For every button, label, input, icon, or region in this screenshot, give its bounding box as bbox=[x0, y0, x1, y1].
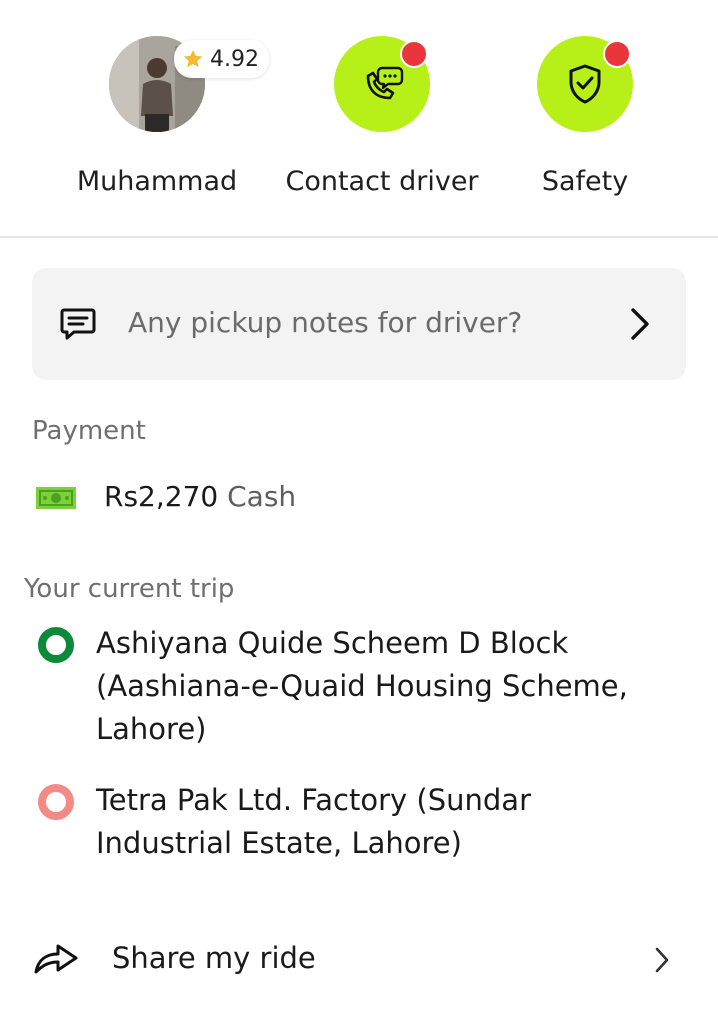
dropoff-address-line: Tetra Pak Ltd. Factory (Sundar bbox=[96, 783, 531, 817]
payment-amount-text: Rs2,270 Cash bbox=[104, 480, 296, 513]
driver-name: Muhammad bbox=[76, 166, 238, 197]
contact-driver-label: Contact driver bbox=[285, 166, 479, 197]
contact-driver-circle[interactable] bbox=[334, 36, 430, 132]
chevron-right-icon bbox=[655, 947, 669, 973]
driver-rating-value: 4.92 bbox=[210, 46, 259, 72]
payment-amount: Rs2,270 bbox=[104, 480, 219, 513]
pickup-address: Ashiyana Quide Scheem D Block (Aashiana-… bbox=[96, 622, 686, 751]
pickup-address-line: Lahore) bbox=[96, 712, 207, 746]
trip-section-label: Your current trip bbox=[24, 574, 235, 604]
payment-method-row bbox=[36, 476, 76, 520]
safety-circle[interactable] bbox=[537, 36, 633, 132]
pickup-marker-icon bbox=[38, 627, 74, 663]
share-arrow-icon bbox=[34, 944, 78, 974]
contact-driver-button[interactable]: Contact driver bbox=[282, 36, 482, 197]
share-my-ride-label: Share my ride bbox=[112, 941, 316, 975]
pickup-notes-placeholder: Any pickup notes for driver? bbox=[128, 306, 523, 339]
share-my-ride-button[interactable]: Share my ride bbox=[0, 924, 718, 994]
pickup-address-line: Ashiyana Quide Scheem D Block bbox=[96, 626, 569, 660]
dropoff-address: Tetra Pak Ltd. Factory (Sundar Industria… bbox=[96, 779, 686, 865]
cash-icon bbox=[36, 487, 76, 509]
safety-notification-dot bbox=[603, 40, 631, 68]
payment-method: Cash bbox=[227, 480, 297, 513]
safety-button[interactable]: Safety bbox=[520, 36, 650, 197]
safety-label: Safety bbox=[541, 166, 629, 197]
driver-rating-badge: 4.92 bbox=[174, 40, 269, 78]
pickup-notes-button[interactable]: Any pickup notes for driver? bbox=[32, 268, 686, 380]
driver-actions-bar: Muhammad 4.92 Contact driver Safety bbox=[0, 0, 718, 238]
pickup-address-line: (Aashiana-e-Quaid Housing Scheme, bbox=[96, 669, 628, 703]
contact-notification-dot bbox=[400, 40, 428, 68]
phone-chat-icon bbox=[366, 66, 404, 100]
dropoff-address-line: Industrial Estate, Lahore) bbox=[96, 826, 462, 860]
dropoff-marker-icon bbox=[38, 784, 74, 820]
message-icon bbox=[60, 308, 96, 340]
star-icon bbox=[183, 49, 203, 68]
chevron-right-icon bbox=[631, 308, 649, 340]
shield-check-icon bbox=[569, 64, 601, 104]
payment-section-label: Payment bbox=[32, 416, 146, 446]
